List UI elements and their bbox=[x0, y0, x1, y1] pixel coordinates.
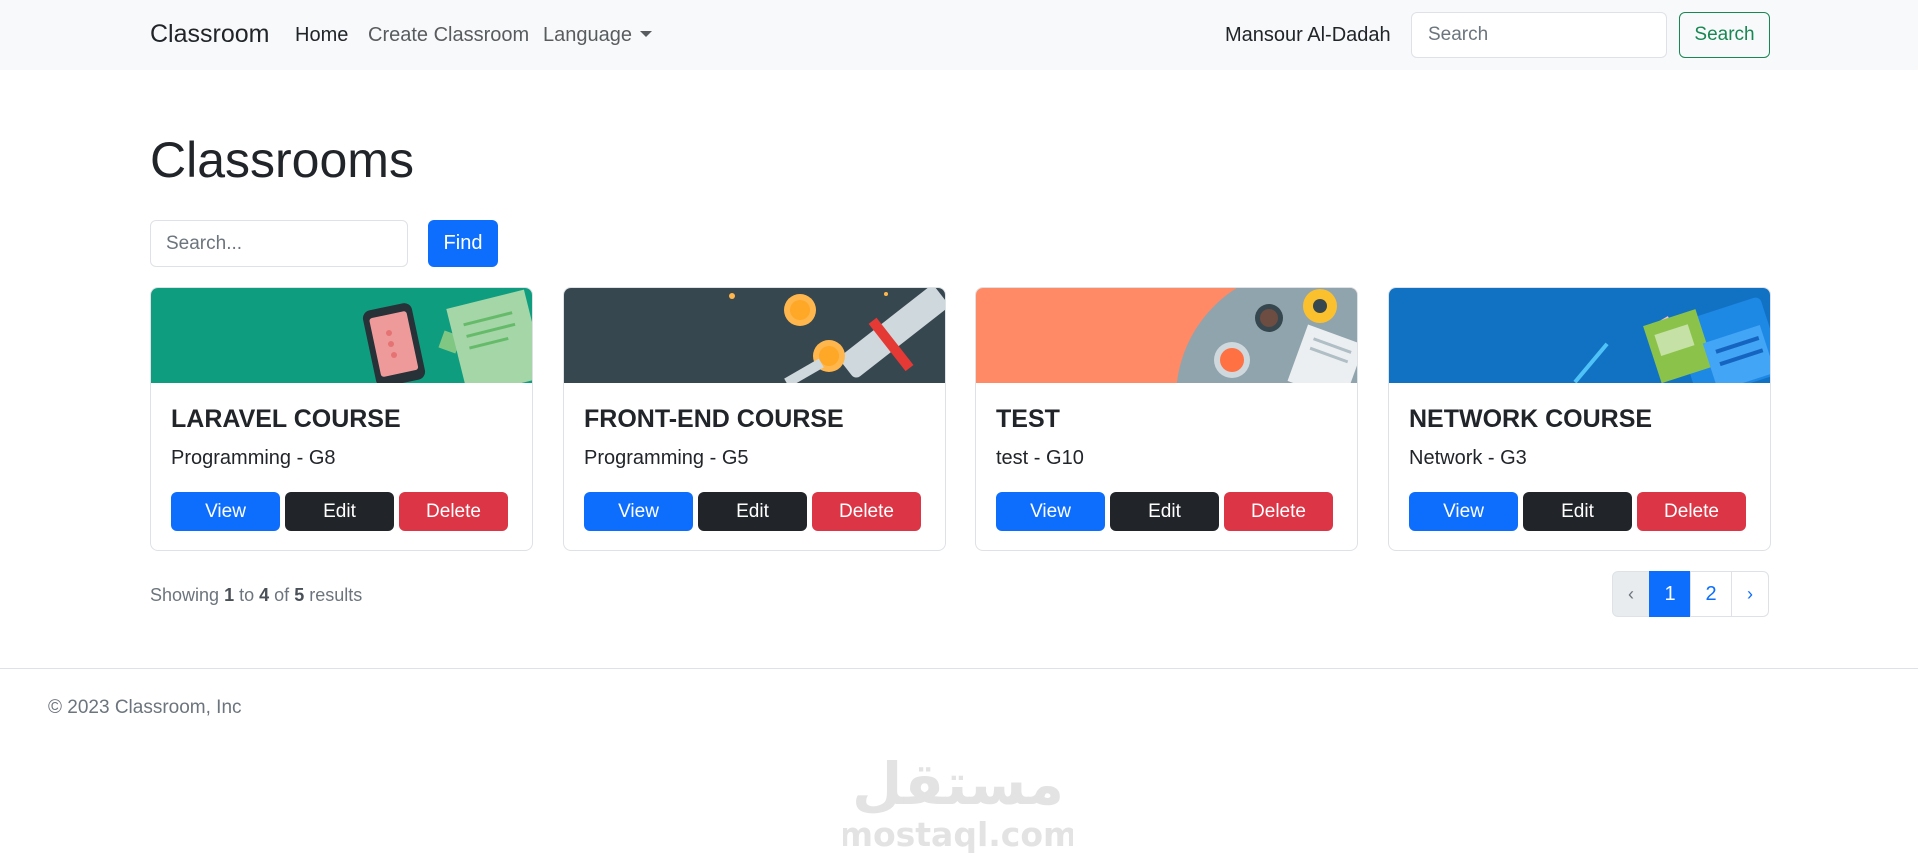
caret-down-icon bbox=[639, 31, 652, 37]
view-button[interactable]: View bbox=[1409, 492, 1518, 531]
watermark-arabic-text: مستقل bbox=[852, 750, 1064, 818]
nav-link-create-classroom[interactable]: Create Classroom bbox=[368, 24, 529, 47]
edit-button[interactable]: Edit bbox=[1110, 492, 1219, 531]
results-of-word: of bbox=[274, 585, 290, 605]
card-banner-image bbox=[564, 288, 945, 383]
classroom-card: NETWORK COURSE Network - G3 View Edit De… bbox=[1388, 287, 1771, 551]
navbar-search-input[interactable] bbox=[1411, 12, 1667, 58]
card-title[interactable]: FRONT-END COURSE bbox=[584, 405, 844, 434]
classroom-card: FRONT-END COURSE Programming - G5 View E… bbox=[563, 287, 946, 551]
card-subtitle: Programming - G5 bbox=[584, 447, 749, 469]
card-title[interactable]: TEST bbox=[996, 405, 1060, 434]
footer-divider bbox=[0, 668, 1918, 669]
results-suffix: results bbox=[309, 585, 363, 605]
watermark-latin-text: mostaql.com bbox=[843, 815, 1073, 854]
pagination-prev: ‹ bbox=[1612, 571, 1650, 617]
card-banner-image bbox=[151, 288, 532, 383]
card-subtitle: Network - G3 bbox=[1409, 447, 1527, 469]
nav-dropdown-language[interactable]: Language bbox=[543, 24, 652, 47]
card-title[interactable]: LARAVEL COURSE bbox=[171, 405, 401, 434]
results-total: 5 bbox=[294, 585, 305, 605]
classroom-banner-illustration bbox=[976, 288, 1357, 383]
delete-button[interactable]: Delete bbox=[399, 492, 508, 531]
classroom-card: LARAVEL COURSE Programming - G8 View Edi… bbox=[150, 287, 533, 551]
navbar-brand[interactable]: Classroom bbox=[150, 20, 269, 49]
card-subtitle: Programming - G8 bbox=[171, 447, 336, 469]
classroom-search-input[interactable] bbox=[150, 220, 408, 267]
delete-button[interactable]: Delete bbox=[1637, 492, 1746, 531]
edit-button[interactable]: Edit bbox=[1523, 492, 1632, 531]
nav-dropdown-language-label: Language bbox=[543, 24, 632, 46]
delete-button[interactable]: Delete bbox=[812, 492, 921, 531]
page-title: Classrooms bbox=[150, 132, 414, 188]
nav-link-home[interactable]: Home bbox=[295, 24, 348, 47]
classroom-banner-illustration bbox=[564, 288, 945, 383]
view-button[interactable]: View bbox=[996, 492, 1105, 531]
mostaql-watermark-logo: مستقل mostaql.com bbox=[843, 750, 1073, 854]
delete-button[interactable]: Delete bbox=[1224, 492, 1333, 531]
view-button[interactable]: View bbox=[584, 492, 693, 531]
pagination-page-2[interactable]: 2 bbox=[1690, 571, 1732, 617]
pagination-page-1[interactable]: 1 bbox=[1649, 571, 1691, 617]
results-summary: Showing 1 to 4 of 5 results bbox=[150, 585, 362, 606]
results-prefix: Showing bbox=[150, 585, 220, 605]
results-to-word: to bbox=[239, 585, 255, 605]
pagination: ‹ 1 2 › bbox=[1612, 571, 1769, 617]
pagination-next[interactable]: › bbox=[1731, 571, 1769, 617]
results-to: 4 bbox=[259, 585, 270, 605]
classroom-card: TEST test - G10 View Edit Delete bbox=[975, 287, 1358, 551]
results-from: 1 bbox=[224, 585, 235, 605]
user-name[interactable]: Mansour Al-Dadah bbox=[1225, 24, 1391, 47]
classroom-banner-illustration bbox=[1389, 288, 1770, 383]
card-banner-image bbox=[976, 288, 1357, 383]
edit-button[interactable]: Edit bbox=[698, 492, 807, 531]
edit-button[interactable]: Edit bbox=[285, 492, 394, 531]
card-title[interactable]: NETWORK COURSE bbox=[1409, 405, 1652, 434]
navbar-search-button[interactable]: Search bbox=[1679, 12, 1770, 58]
card-banner-image bbox=[1389, 288, 1770, 383]
card-subtitle: test - G10 bbox=[996, 447, 1084, 469]
top-navbar: Classroom Home Create Classroom Language… bbox=[0, 0, 1918, 70]
view-button[interactable]: View bbox=[171, 492, 280, 531]
footer-copyright: © 2023 Classroom, Inc bbox=[48, 697, 242, 718]
classroom-banner-illustration bbox=[151, 288, 532, 383]
find-button[interactable]: Find bbox=[428, 220, 498, 267]
